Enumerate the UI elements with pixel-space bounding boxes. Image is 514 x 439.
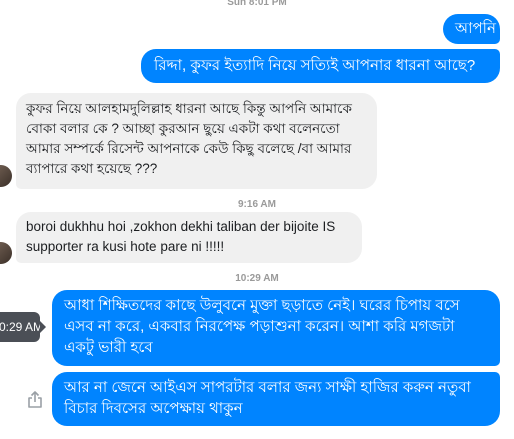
message-line: boroi dukhhu hoi ,zokhon dekhi taliban d…	[26, 219, 336, 234]
message-bubble-incoming-1[interactable]: কুফর নিয়ে আলহামদুলিল্লাহ ধারনা আছে কিন্…	[16, 93, 377, 189]
tooltip-text: 0:29 AM	[0, 320, 44, 334]
message-line: ব্যাপারে কথা হয়েছে ???	[26, 161, 158, 176]
share-icon[interactable]	[27, 391, 43, 409]
timestamp-mid: 9:16 AM	[238, 199, 276, 210]
avatar[interactable]	[0, 165, 12, 187]
message-bubble-incoming-2[interactable]: boroi dukhhu hoi ,zokhon dekhi taliban d…	[16, 212, 362, 263]
message-line: একটু ভারী হবে	[64, 339, 153, 356]
message-line: বোকা বলার কে ? আচ্ছা কুরআন ছুয়ে একটা কথ…	[26, 121, 340, 136]
message-line: আধা শিক্ষিতদের কাছে উলুবনে মুক্তা ছড়াতে…	[64, 297, 460, 314]
timestamp-top: Sun 8:01 PM	[227, 0, 287, 8]
message-text: রিদ্দা, কুফর ইত্যাদি নিয়ে সত্যিই আপনার …	[154, 57, 476, 74]
message-bubble-outgoing-4[interactable]: আর না জেনে আইএস সাপরটার বলার জন্য সাক্ষী…	[52, 372, 500, 426]
message-bubble-outgoing-2[interactable]: রিদ্দা, কুফর ইত্যাদি নিয়ে সত্যিই আপনার …	[141, 49, 500, 83]
message-line: কুফর নিয়ে আলহামদুলিল্লাহ ধারনা আছে কিন্…	[26, 101, 352, 116]
message-bubble-outgoing-3[interactable]: আধা শিক্ষিতদের কাছে উলুবনে মুক্তা ছড়াতে…	[52, 290, 500, 366]
message-line: এসব না করে, একবার নিরপেক্ষ পড়াশুনা করেন…	[64, 318, 455, 335]
time-tooltip: 0:29 AM	[0, 312, 44, 342]
message-line: supporter ra kusi hote pare ni !!!!!	[26, 239, 225, 254]
avatar[interactable]	[0, 242, 12, 264]
message-line: আমার সম্পর্কে রিসেন্ট আপনাকে কেউ কিছু বল…	[26, 141, 352, 156]
tooltip-arrow	[40, 321, 46, 333]
message-bubble-outgoing-1[interactable]: আপনি	[443, 14, 500, 44]
message-text: আপনি	[455, 20, 496, 37]
timestamp-late: 10:29 AM	[235, 273, 279, 284]
message-line: আর না জেনে আইএস সাপরটার বলার জন্য সাক্ষী…	[64, 379, 471, 396]
message-line: বিচার দিবসের অপেক্ষায় থাকুন	[64, 400, 243, 417]
